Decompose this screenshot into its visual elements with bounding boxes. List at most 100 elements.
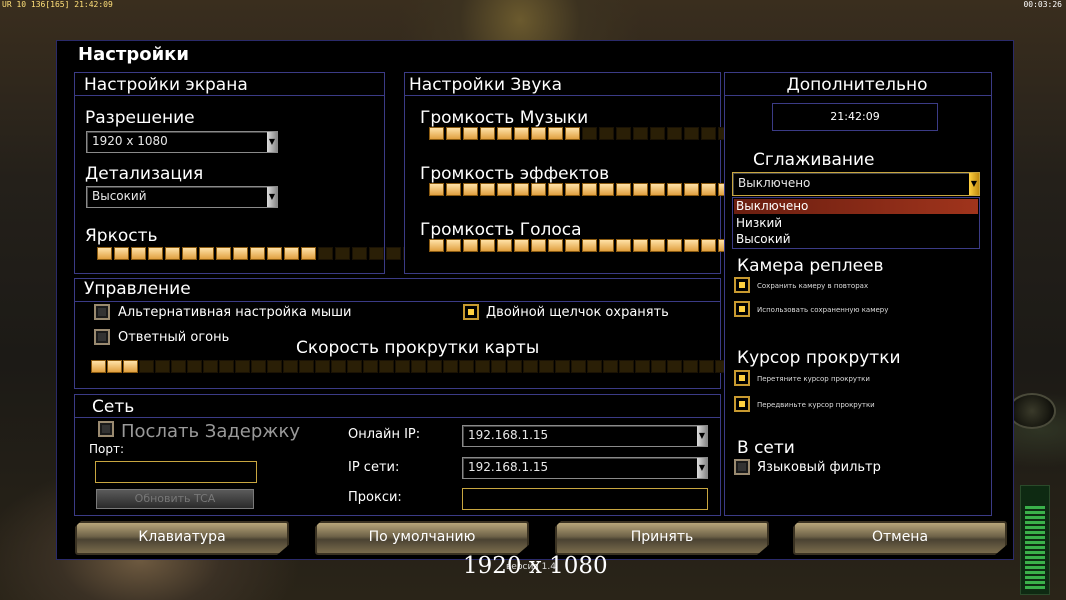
slider-segment[interactable]	[603, 360, 618, 373]
update-tca-button[interactable]: Обновить TCA	[96, 489, 254, 509]
slider-segment[interactable]	[548, 183, 563, 196]
slider-segment[interactable]	[582, 183, 597, 196]
slider-segment[interactable]	[667, 127, 682, 140]
slider-segment[interactable]	[463, 127, 478, 140]
detail-dropdown[interactable]: Высокий ▼	[86, 186, 278, 208]
slider-segment[interactable]	[216, 247, 231, 260]
slider-segment[interactable]	[267, 360, 282, 373]
lan-ip-dropdown[interactable]: 192.168.1.15 ▼	[462, 457, 708, 479]
slider-segment[interactable]	[443, 360, 458, 373]
slider-segment[interactable]	[599, 127, 614, 140]
resolution-dropdown[interactable]: 1920 x 1080 ▼	[86, 131, 278, 153]
slider-segment[interactable]	[683, 360, 698, 373]
slider-segment[interactable]	[684, 183, 699, 196]
slider-segment[interactable]	[429, 239, 444, 252]
slider-segment[interactable]	[531, 127, 546, 140]
slider-segment[interactable]	[548, 239, 563, 252]
cursor-drag-checkbox[interactable]	[734, 370, 750, 386]
slider-segment[interactable]	[475, 360, 490, 373]
replay-use-checkbox[interactable]	[734, 301, 750, 317]
slider-segment[interactable]	[497, 127, 512, 140]
slider-segment[interactable]	[283, 360, 298, 373]
music-volume-slider[interactable]	[429, 127, 767, 140]
slider-segment[interactable]	[446, 183, 461, 196]
slider-segment[interactable]	[650, 127, 665, 140]
slider-segment[interactable]	[284, 247, 299, 260]
slider-segment[interactable]	[599, 239, 614, 252]
slider-segment[interactable]	[363, 360, 378, 373]
slider-segment[interactable]	[429, 183, 444, 196]
slider-segment[interactable]	[395, 360, 410, 373]
slider-segment[interactable]	[331, 360, 346, 373]
cancel-button[interactable]: Отмена	[793, 521, 1007, 555]
alt-mouse-checkbox[interactable]	[94, 304, 110, 320]
slider-segment[interactable]	[701, 183, 716, 196]
scroll-speed-slider[interactable]	[91, 360, 730, 373]
slider-segment[interactable]	[565, 239, 580, 252]
brightness-slider[interactable]	[97, 247, 435, 260]
slider-segment[interactable]	[251, 360, 266, 373]
slider-segment[interactable]	[497, 239, 512, 252]
slider-segment[interactable]	[616, 183, 631, 196]
slider-segment[interactable]	[148, 247, 163, 260]
slider-segment[interactable]	[539, 360, 554, 373]
antialias-option-high[interactable]: Высокий	[736, 232, 791, 246]
slider-segment[interactable]	[684, 239, 699, 252]
slider-segment[interactable]	[171, 360, 186, 373]
slider-segment[interactable]	[480, 183, 495, 196]
slider-segment[interactable]	[507, 360, 522, 373]
slider-segment[interactable]	[91, 360, 106, 373]
slider-segment[interactable]	[463, 239, 478, 252]
slider-segment[interactable]	[699, 360, 714, 373]
cursor-move-checkbox[interactable]	[734, 396, 750, 412]
slider-segment[interactable]	[667, 183, 682, 196]
slider-segment[interactable]	[429, 127, 444, 140]
double-click-guard-checkbox[interactable]	[463, 304, 479, 320]
slider-segment[interactable]	[497, 183, 512, 196]
defaults-button[interactable]: По умолчанию	[315, 521, 529, 555]
slider-segment[interactable]	[182, 247, 197, 260]
slider-segment[interactable]	[235, 360, 250, 373]
keyboard-button[interactable]: Клавиатура	[75, 521, 289, 555]
slider-segment[interactable]	[315, 360, 330, 373]
slider-segment[interactable]	[335, 247, 350, 260]
slider-segment[interactable]	[411, 360, 426, 373]
slider-segment[interactable]	[480, 239, 495, 252]
slider-segment[interactable]	[565, 183, 580, 196]
slider-segment[interactable]	[480, 127, 495, 140]
slider-segment[interactable]	[650, 183, 665, 196]
slider-segment[interactable]	[219, 360, 234, 373]
slider-segment[interactable]	[571, 360, 586, 373]
slider-segment[interactable]	[155, 360, 170, 373]
slider-segment[interactable]	[446, 127, 461, 140]
send-delay-checkbox[interactable]	[98, 421, 114, 437]
slider-segment[interactable]	[114, 247, 129, 260]
slider-segment[interactable]	[514, 183, 529, 196]
slider-segment[interactable]	[650, 239, 665, 252]
slider-segment[interactable]	[667, 360, 682, 373]
slider-segment[interactable]	[427, 360, 442, 373]
proxy-input[interactable]	[462, 488, 708, 510]
slider-segment[interactable]	[582, 127, 597, 140]
online-ip-dropdown[interactable]: 192.168.1.15 ▼	[462, 425, 708, 447]
slider-segment[interactable]	[635, 360, 650, 373]
slider-segment[interactable]	[531, 183, 546, 196]
slider-segment[interactable]	[369, 247, 384, 260]
slider-segment[interactable]	[514, 239, 529, 252]
antialias-dropdown[interactable]: Выключено ▼	[732, 172, 980, 196]
slider-segment[interactable]	[599, 183, 614, 196]
replay-save-checkbox[interactable]	[734, 277, 750, 293]
effects-volume-slider[interactable]	[429, 183, 767, 196]
slider-segment[interactable]	[203, 360, 218, 373]
slider-segment[interactable]	[514, 127, 529, 140]
slider-segment[interactable]	[131, 247, 146, 260]
slider-segment[interactable]	[123, 360, 138, 373]
slider-segment[interactable]	[587, 360, 602, 373]
slider-segment[interactable]	[491, 360, 506, 373]
slider-segment[interactable]	[633, 183, 648, 196]
slider-segment[interactable]	[619, 360, 634, 373]
slider-segment[interactable]	[531, 239, 546, 252]
slider-segment[interactable]	[555, 360, 570, 373]
slider-segment[interactable]	[523, 360, 538, 373]
slider-segment[interactable]	[684, 127, 699, 140]
